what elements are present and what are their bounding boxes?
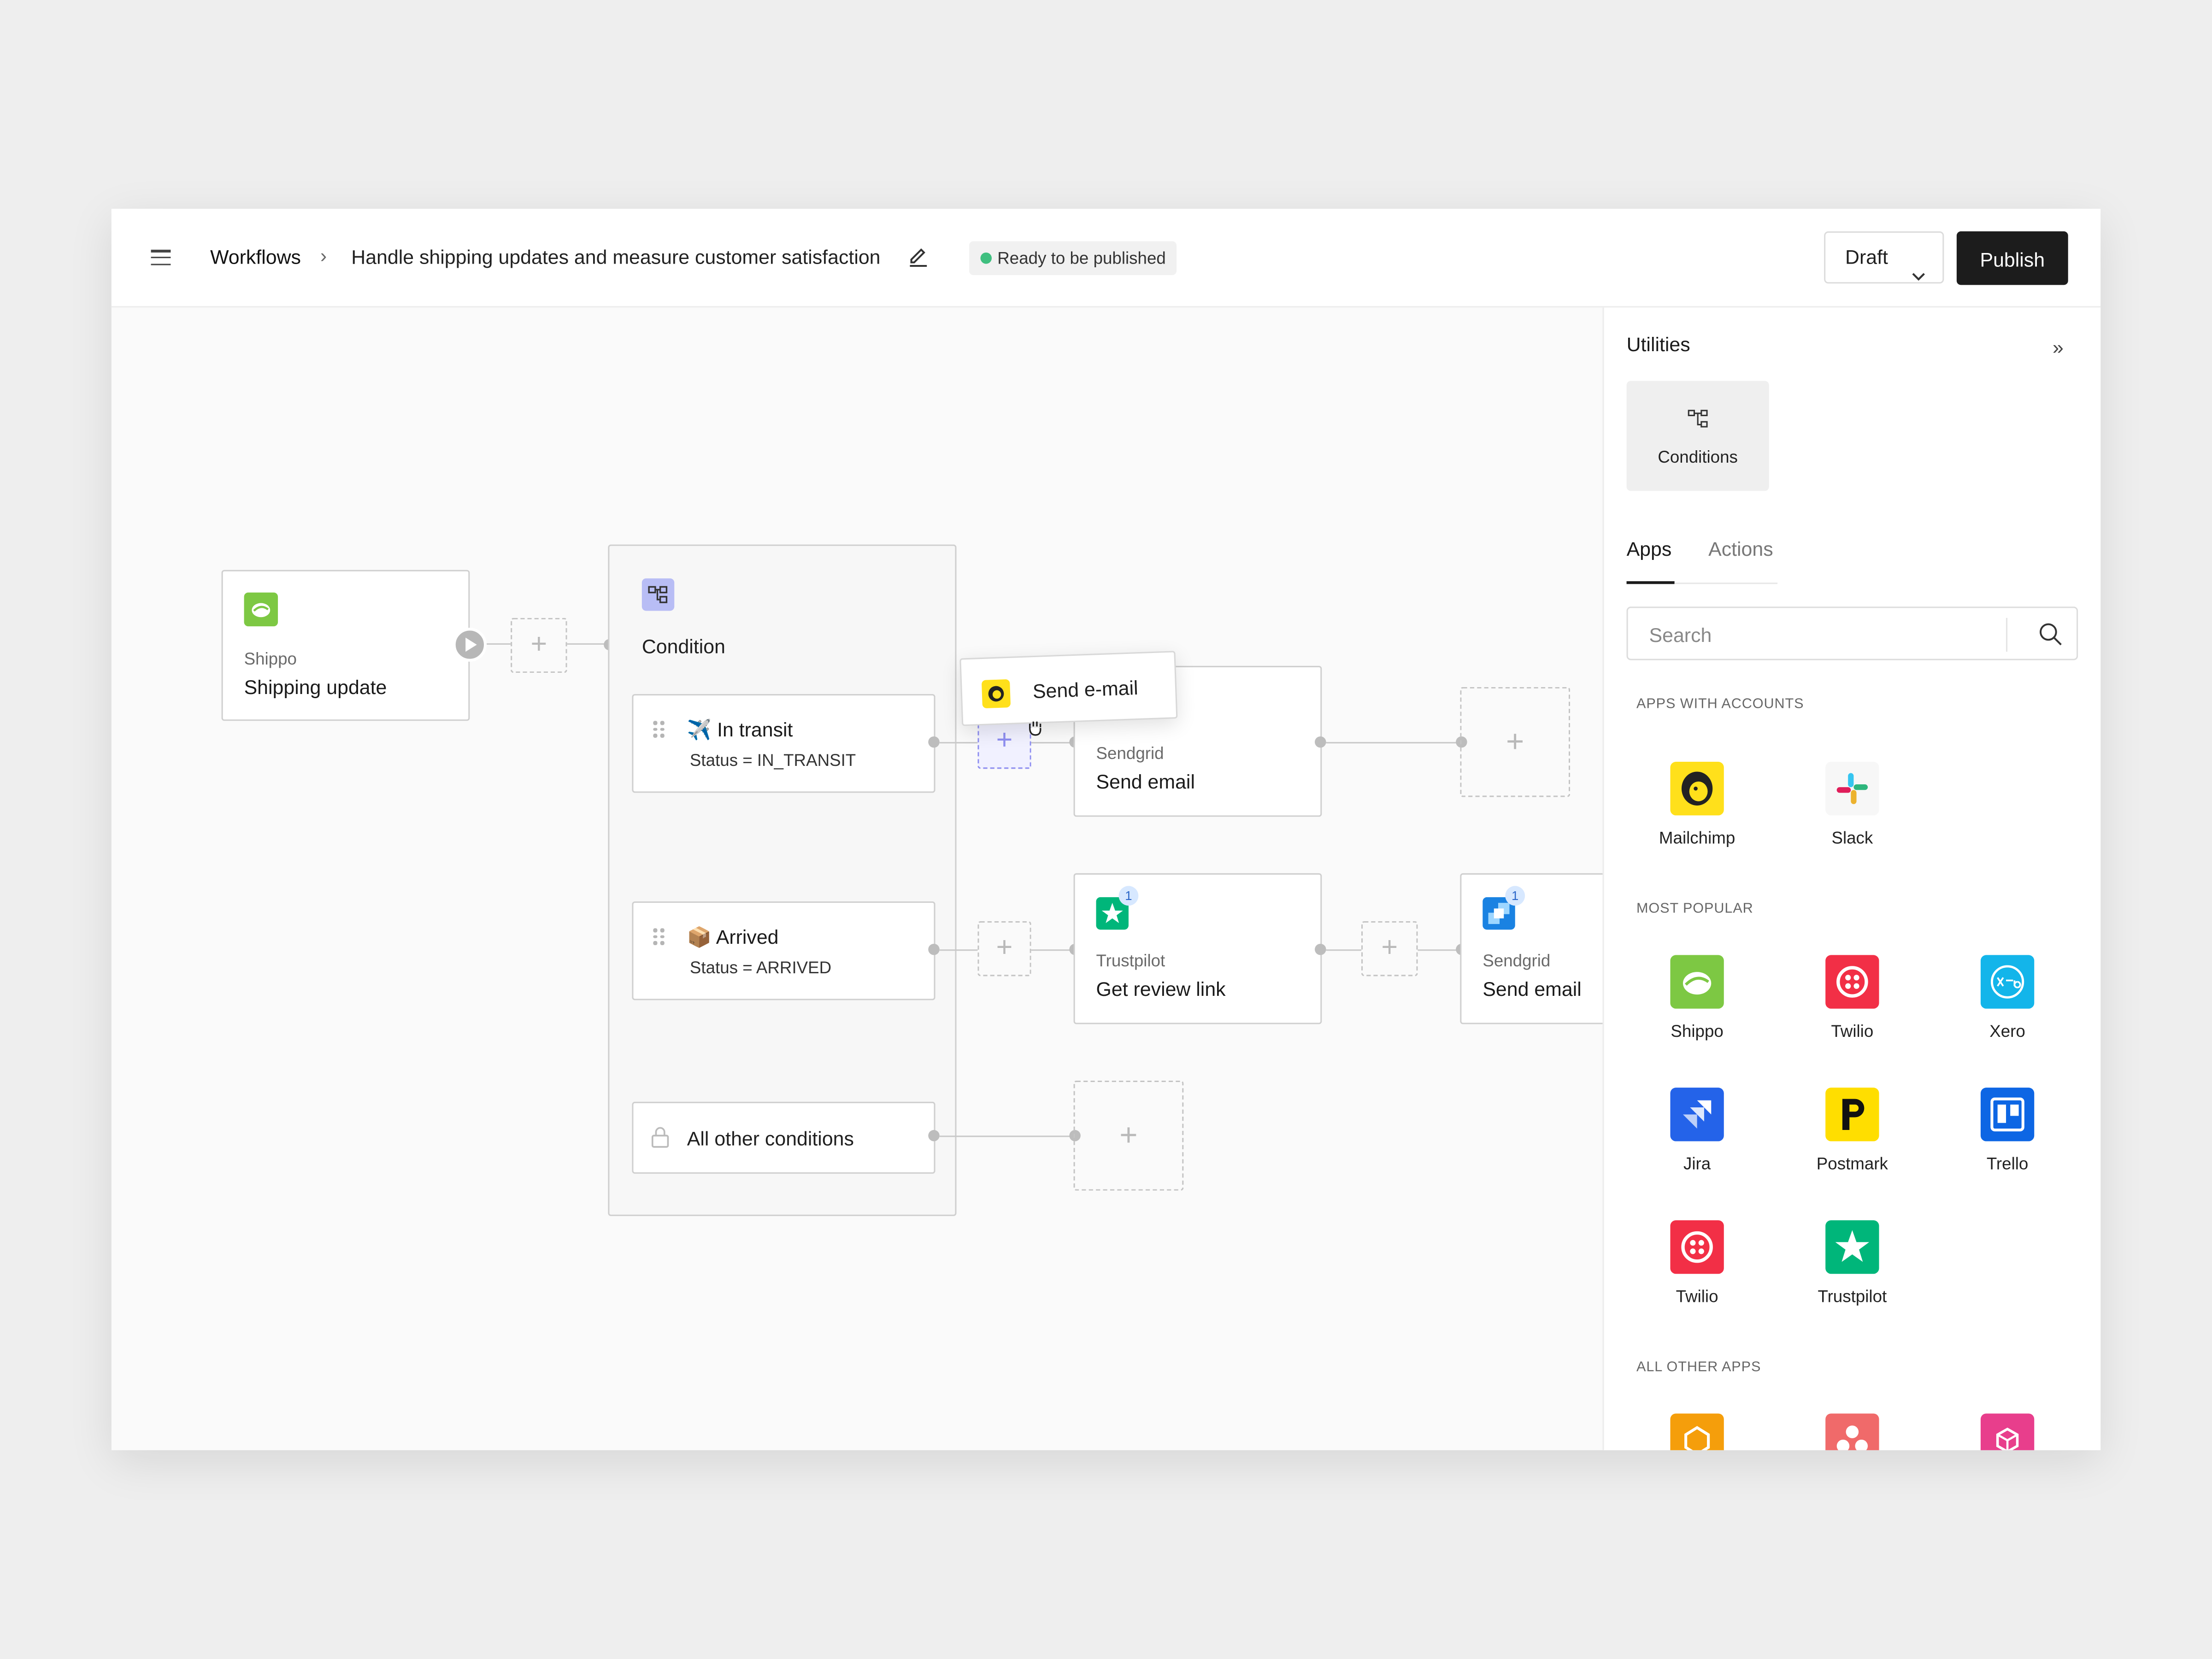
twilio-icon xyxy=(1825,955,1879,1009)
conditions-utility-tile[interactable]: Conditions xyxy=(1626,381,1769,491)
trello-icon xyxy=(1980,1088,2035,1141)
condition-branch-icon xyxy=(1687,408,1710,437)
app-name: Trello xyxy=(1986,1154,2029,1174)
breadcrumb-workflows[interactable]: Workflows xyxy=(210,246,301,268)
workflow-canvas[interactable]: Shippo Shipping update + Condition ✈️ In… xyxy=(112,307,1630,1450)
trigger-action-name: Shipping update xyxy=(244,676,387,699)
app-name: Postmark xyxy=(1816,1154,1888,1174)
xero-icon xyxy=(1980,955,2035,1009)
notification-badge: 1 xyxy=(1118,886,1139,906)
condition-branch-icon xyxy=(641,578,675,611)
trigger-app-name: Shippo xyxy=(244,649,297,669)
add-step-placeholder[interactable]: + xyxy=(511,618,567,673)
version-select[interactable]: Draft xyxy=(1824,231,1944,284)
collapse-sidebar-icon[interactable]: » xyxy=(2053,336,2064,359)
publish-button[interactable]: Publish xyxy=(1956,231,2068,285)
condition-title: Condition xyxy=(641,635,725,658)
app-name: Trustpilot xyxy=(1818,1286,1887,1306)
chevron-down-icon xyxy=(1912,251,1926,300)
add-step-placeholder[interactable]: + xyxy=(977,921,1031,977)
run-play-icon[interactable] xyxy=(453,628,487,662)
step-action-name: Get review link xyxy=(1096,977,1226,1000)
condition-block[interactable]: Condition ✈️ In transit Status = IN_TRAN… xyxy=(608,544,957,1216)
branch-label: All other conditions xyxy=(687,1127,854,1150)
version-select-value: Draft xyxy=(1845,245,1888,268)
step-app-name: Trustpilot xyxy=(1096,951,1165,971)
search-icon[interactable] xyxy=(2038,622,2062,653)
shippo-icon xyxy=(244,592,278,627)
hamburger-menu-icon[interactable] xyxy=(151,249,171,265)
app-name: Slack xyxy=(1831,828,1873,848)
branch-all-other[interactable]: All other conditions xyxy=(632,1101,935,1174)
jira-icon xyxy=(1670,1088,1724,1141)
grab-cursor-icon xyxy=(1025,718,1045,745)
airplane-icon: ✈️ xyxy=(687,718,712,741)
section-all-other-apps: ALL OTHER APPS xyxy=(1636,1359,1761,1376)
utilities-sidebar: Utilities » Conditions Apps Actions Sear… xyxy=(1602,307,2101,1450)
add-step-placeholder[interactable]: + xyxy=(1361,921,1418,977)
app-window: Workflows › Handle shipping updates and … xyxy=(111,209,2101,1450)
twilio-icon xyxy=(1670,1220,1724,1274)
add-step-placeholder[interactable]: + xyxy=(1073,1080,1184,1191)
status-text: Ready to be published xyxy=(997,248,1166,268)
box-app-icon xyxy=(1670,1413,1724,1450)
branch-label: In transit xyxy=(717,718,793,741)
section-most-popular: MOST POPULAR xyxy=(1636,901,1753,917)
asana-icon xyxy=(1825,1413,1879,1450)
step-action-name: Send email xyxy=(1483,977,1582,1000)
tab-apps[interactable]: Apps xyxy=(1627,537,1672,560)
step-app-name: Sendgrid xyxy=(1096,743,1164,764)
drag-preview-label: Send e-mail xyxy=(1032,676,1139,703)
branch-arrived[interactable]: 📦 Arrived Status = ARRIVED xyxy=(632,901,935,1000)
shippo-icon xyxy=(1670,955,1724,1009)
branch-in-transit[interactable]: ✈️ In transit Status = IN_TRANSIT xyxy=(632,694,935,793)
mailchimp-icon xyxy=(981,679,1011,709)
search-placeholder: Search xyxy=(1649,624,1712,647)
sidebar-title: Utilities xyxy=(1626,333,1690,356)
lock-icon xyxy=(650,1126,670,1155)
chevron-right-icon: › xyxy=(320,244,327,267)
status-dot-icon xyxy=(980,252,992,264)
status-badge: Ready to be published xyxy=(969,241,1177,275)
active-tab-indicator xyxy=(1626,581,1675,584)
drag-handle-icon[interactable] xyxy=(653,721,664,738)
app-name: Twilio xyxy=(1676,1286,1718,1306)
step-action-name: Send email xyxy=(1096,770,1195,793)
workflow-title: Handle shipping updates and measure cust… xyxy=(351,245,881,268)
app-name: Jira xyxy=(1683,1154,1711,1174)
trigger-card[interactable]: Shippo Shipping update xyxy=(221,570,470,721)
branch-rule: Status = ARRIVED xyxy=(689,958,832,978)
add-step-placeholder[interactable]: + xyxy=(1460,687,1571,797)
slack-icon xyxy=(1825,762,1879,816)
drag-preview-card[interactable]: Send e-mail xyxy=(959,651,1178,726)
branch-label: Arrived xyxy=(716,925,779,948)
app-search-input[interactable]: Search xyxy=(1626,606,2078,660)
postmark-icon xyxy=(1825,1088,1879,1141)
cube-app-icon xyxy=(1980,1413,2035,1450)
package-icon: 📦 xyxy=(687,925,712,948)
app-name: Twilio xyxy=(1831,1021,1874,1041)
edit-pencil-icon[interactable] xyxy=(907,246,930,275)
drag-handle-icon[interactable] xyxy=(653,928,664,945)
tab-actions[interactable]: Actions xyxy=(1708,537,1773,560)
mailchimp-icon xyxy=(1670,762,1724,816)
app-name: Xero xyxy=(1989,1021,2025,1041)
step-app-name: Sendgrid xyxy=(1483,951,1551,971)
app-name: Mailchimp xyxy=(1659,828,1735,848)
utility-tile-label: Conditions xyxy=(1658,447,1738,467)
trustpilot-star-icon xyxy=(1825,1220,1879,1274)
top-bar: Workflows › Handle shipping updates and … xyxy=(111,209,2101,308)
notification-badge: 1 xyxy=(1505,886,1525,906)
step-card-trustpilot[interactable]: 1 Trustpilot Get review link xyxy=(1073,873,1322,1024)
section-apps-with-accounts: APPS WITH ACCOUNTS xyxy=(1636,697,1804,712)
branch-rule: Status = IN_TRANSIT xyxy=(689,750,856,771)
app-name: Shippo xyxy=(1671,1021,1724,1041)
